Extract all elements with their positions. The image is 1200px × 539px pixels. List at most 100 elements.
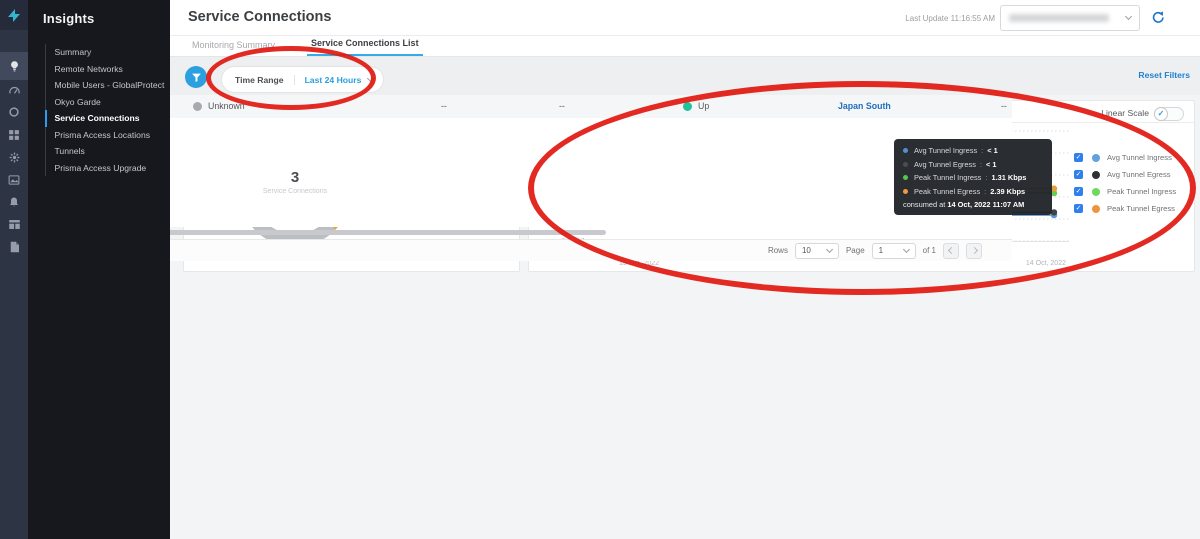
legend-dot-icon xyxy=(1092,171,1100,179)
page-select[interactable]: 1 xyxy=(872,243,916,259)
sidebar-item-tunnels[interactable]: Tunnels xyxy=(45,143,166,160)
rows-per-page-select[interactable]: 10 xyxy=(795,243,839,259)
toggle-knob: ✓ xyxy=(1154,107,1168,121)
tooltip-series-label: Avg Tunnel Ingress xyxy=(914,146,977,155)
tooltip-rows: Avg Tunnel Ingress:< 1Avg Tunnel Egress:… xyxy=(903,146,1043,196)
tooltip-separator: : xyxy=(985,173,987,182)
file-icon xyxy=(9,241,20,253)
rail-gauge-icon[interactable] xyxy=(0,78,28,102)
status-text: Unknown xyxy=(208,101,245,111)
tooltip-series-value: 1.31 Kbps xyxy=(991,173,1026,182)
ring-icon xyxy=(8,106,20,118)
bandwidth-legend-label: Peak Tunnel Egress xyxy=(1107,204,1175,213)
svg-text:14 Oct, 2022: 14 Oct, 2022 xyxy=(1026,260,1066,267)
bandwidth-legend-label: Avg Tunnel Egress xyxy=(1107,170,1171,179)
page-label: Page xyxy=(846,246,865,255)
refresh-button[interactable] xyxy=(1150,10,1166,26)
table-cell: -- xyxy=(301,101,434,111)
time-range-value: Last 24 Hours xyxy=(295,75,369,85)
tooltip-footer-date: 14 Oct, 2022 11:07 AM xyxy=(947,200,1024,209)
checkbox-checked-icon[interactable] xyxy=(1074,187,1083,196)
tooltip-series-label: Avg Tunnel Egress xyxy=(914,160,976,169)
tooltip-dot-icon xyxy=(903,162,908,167)
tooltip-separator: : xyxy=(980,160,982,169)
tooltip-dot-icon xyxy=(903,148,908,153)
tab-service-connections-list[interactable]: Service Connections List xyxy=(307,38,423,56)
filter-button[interactable] xyxy=(185,66,207,88)
table-cell: -- xyxy=(434,101,552,111)
chart-tooltip: Avg Tunnel Ingress:< 1Avg Tunnel Egress:… xyxy=(894,139,1052,215)
chevron-down-icon xyxy=(826,245,833,252)
tooltip-separator: : xyxy=(984,187,986,196)
tooltip-dot-icon xyxy=(903,175,908,180)
svg-text:13 Oct, 2022: 13 Oct, 2022 xyxy=(619,260,659,267)
checkbox-checked-icon[interactable] xyxy=(1074,153,1083,162)
sidebar-item-remote-networks[interactable]: Remote Networks xyxy=(45,61,166,78)
bandwidth-legend-label: Avg Tunnel Ingress xyxy=(1107,153,1172,162)
prev-page-button[interactable] xyxy=(943,243,959,259)
sidebar-item-okyo-garde[interactable]: Okyo Garde xyxy=(45,94,166,111)
gauge-icon xyxy=(8,84,21,97)
page-value: 1 xyxy=(879,246,883,255)
rail-layout-icon[interactable] xyxy=(0,212,28,236)
lightbulb-icon xyxy=(8,60,21,73)
chevron-down-icon xyxy=(1125,13,1132,20)
tooltip-series-value: < 1 xyxy=(986,160,996,169)
checkbox-checked-icon[interactable] xyxy=(1074,170,1083,179)
rail-insights-icon[interactable] xyxy=(0,52,28,80)
table-cell: -- xyxy=(994,101,1012,111)
linear-scale-toggle[interactable]: ✓ xyxy=(1154,107,1184,121)
sidebar-item-service-connections[interactable]: Service Connections xyxy=(45,110,166,127)
location-link[interactable]: Japan South xyxy=(838,101,891,111)
table-cell: -- xyxy=(552,101,676,111)
sidebar-item-prisma-access-upgrade[interactable]: Prisma Access Upgrade xyxy=(45,160,166,177)
cell-text: -- xyxy=(441,101,447,111)
tooltip-footer-prefix: consumed at xyxy=(903,200,947,209)
page-title: Service Connections xyxy=(188,9,331,25)
bandwidth-legend-item: Avg Tunnel Egress xyxy=(1074,170,1176,179)
bandwidth-legend-item: Peak Tunnel Ingress xyxy=(1074,187,1176,196)
refresh-icon xyxy=(1150,10,1165,25)
bandwidth-legend: Avg Tunnel Ingress Avg Tunnel Egress Peak … xyxy=(1074,153,1176,221)
bandwidth-legend-item: Peak Tunnel Egress xyxy=(1074,204,1176,213)
tooltip-dot-icon xyxy=(903,189,908,194)
time-range-filter[interactable]: Time Range Last 24 Hours xyxy=(222,67,383,92)
tooltip-row: Peak Tunnel Ingress:1.31 Kbps xyxy=(903,173,1043,182)
linear-scale-label: Linear Scale xyxy=(1101,108,1149,118)
filter-bar: Time Range Last 24 Hours Reset Filters xyxy=(170,57,1200,95)
gear-icon xyxy=(8,151,21,164)
table-cell: Japan South xyxy=(831,101,994,111)
tooltip-footer: consumed at 14 Oct, 2022 11:07 AM xyxy=(903,200,1043,209)
logo-icon xyxy=(6,7,22,23)
funnel-icon xyxy=(191,72,202,83)
sidebar-item-summary[interactable]: Summary xyxy=(45,44,166,61)
chevron-down-icon xyxy=(903,245,910,252)
rail-gear-icon[interactable] xyxy=(0,145,28,169)
tooltip-row: Avg Tunnel Ingress:< 1 xyxy=(903,146,1043,155)
layout-columns-icon xyxy=(8,218,21,231)
rail-bell-icon[interactable] xyxy=(0,190,28,214)
sidebar-item-mobile-users-globalprotect[interactable]: Mobile Users - GlobalProtect xyxy=(45,77,166,94)
checkbox-checked-icon[interactable] xyxy=(1074,204,1083,213)
page-of-label: of 1 xyxy=(923,246,936,255)
account-dropdown[interactable] xyxy=(1000,5,1140,31)
redacted-account-text xyxy=(1009,14,1109,22)
tooltip-separator: : xyxy=(981,146,983,155)
image-icon xyxy=(8,174,20,186)
rail-grid-icon[interactable] xyxy=(0,123,28,147)
donut-total: 3 xyxy=(239,169,351,186)
rail-file-icon[interactable] xyxy=(0,235,28,259)
tab-monitoring-summary[interactable]: Monitoring Summary xyxy=(188,40,279,56)
time-range-label: Time Range xyxy=(235,75,295,85)
rail-image-icon[interactable] xyxy=(0,168,28,192)
cell-text: -- xyxy=(308,101,314,111)
sidebar-item-prisma-access-locations[interactable]: Prisma Access Locations xyxy=(45,127,166,144)
app-logo[interactable] xyxy=(0,0,28,30)
bandwidth-legend-item: Avg Tunnel Ingress xyxy=(1074,153,1176,162)
donut-total-label: Service Connections xyxy=(239,188,351,195)
rail-ring-icon[interactable] xyxy=(0,100,28,124)
legend-dot-icon xyxy=(1092,188,1100,196)
next-page-button[interactable] xyxy=(966,243,982,259)
status-dot-icon xyxy=(683,102,692,111)
reset-filters-link[interactable]: Reset Filters xyxy=(1138,70,1190,80)
